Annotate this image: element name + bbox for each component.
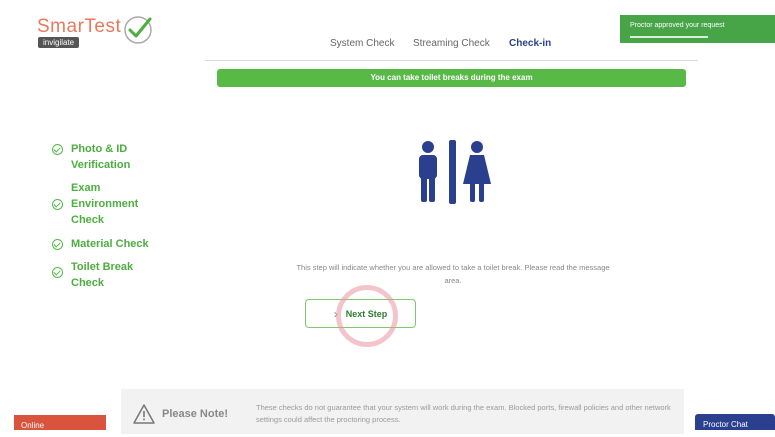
- logo-badge: invigilate: [38, 37, 80, 48]
- logo-text: SmarTest: [37, 16, 122, 37]
- check-circle-icon: [52, 267, 63, 278]
- check-circle-icon: [52, 199, 63, 210]
- check-circle-icon: [52, 144, 63, 155]
- toast-progress-bar: [630, 36, 708, 38]
- warning-icon: [133, 404, 155, 429]
- status-banner: You can take toilet breaks during the ex…: [217, 69, 686, 87]
- notification-toast[interactable]: Proctor approved your request: [620, 15, 775, 43]
- step-label: Toilet Break Check: [71, 261, 134, 289]
- step-material-check: Material Check: [52, 236, 161, 252]
- online-status-button[interactable]: Online: [14, 415, 106, 430]
- header-divider: [205, 60, 698, 61]
- restroom-icon: [417, 140, 491, 209]
- step-toilet-break: Toilet Break Check: [52, 259, 139, 291]
- logo-check-icon: [120, 13, 156, 50]
- click-indicator: [336, 285, 398, 347]
- tab-streaming-check[interactable]: Streaming Check: [413, 38, 490, 49]
- tab-system-check[interactable]: System Check: [330, 38, 394, 49]
- step-description: This step will indicate whether you are …: [296, 263, 610, 285]
- tab-check-in[interactable]: Check-in: [509, 38, 551, 49]
- step-photo-id: Photo & ID Verification: [52, 141, 151, 173]
- note-text: These checks do not guarantee that your …: [256, 403, 671, 424]
- step-label: Exam Environment Check: [71, 182, 139, 226]
- step-label: Material Check: [71, 238, 149, 250]
- toast-message: Proctor approved your request: [630, 22, 725, 29]
- proctor-chat-button[interactable]: Proctor Chat: [695, 414, 775, 430]
- step-label: Photo & ID Verification: [71, 143, 131, 171]
- check-circle-icon: [52, 239, 63, 250]
- step-exam-environment: Exam Environment Check: [52, 180, 141, 228]
- note-title: Please Note!: [162, 408, 229, 420]
